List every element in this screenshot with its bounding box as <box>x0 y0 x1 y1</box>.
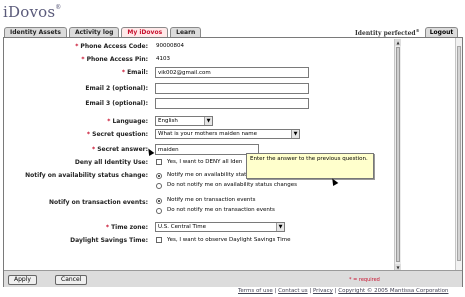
form-footer: Apply Cancel * = required <box>4 270 462 287</box>
tab-identity-assets[interactable]: Identity Assets <box>4 27 67 37</box>
footer-links: Terms of use | Contact us | Privacy | Co… <box>238 288 449 294</box>
required-marker: * <box>75 43 79 50</box>
secret-question-select[interactable]: What is your mothers maiden name ▼ <box>155 129 300 139</box>
notify-transaction-yes-radio[interactable] <box>156 198 162 204</box>
required-marker: * <box>105 224 109 231</box>
email3-field[interactable] <box>155 98 309 109</box>
tab-my-idovos[interactable]: My iDovos <box>121 27 169 37</box>
chevron-down-icon: ▼ <box>291 130 299 138</box>
page-scrollbar[interactable] <box>455 38 462 270</box>
cancel-button[interactable]: Cancel <box>55 275 88 285</box>
phone-access-code-label-text: Phone Access Code: <box>80 43 148 50</box>
time-zone-label-text: Time zone: <box>111 224 148 231</box>
dst-option: Yes, I want to observe Daylight Savings … <box>167 237 291 243</box>
secret-answer-field[interactable]: maiden <box>155 144 259 155</box>
required-marker: * <box>121 69 125 76</box>
scroll-up-icon[interactable]: ▲ <box>395 39 401 46</box>
phone-access-code-value: 90000804 <box>156 43 184 49</box>
required-marker: * <box>86 131 91 138</box>
time-zone-value: U.S. Central Time <box>158 224 206 230</box>
notify-availability-no-label: Do not notify me on availability status … <box>167 182 297 188</box>
phone-access-code-label: * Phone Access Code: <box>75 43 148 50</box>
deny-all-label: Deny all Identity Use: <box>74 159 148 166</box>
row-time-zone: * Time zone: U.S. Central Time ▼ <box>5 222 394 234</box>
row-notify-transaction: Notify on transaction events: Notify me … <box>5 196 394 218</box>
notify-availability-yes-radio[interactable] <box>156 173 162 179</box>
logo-mark: ® <box>55 4 62 11</box>
notify-availability-no-radio[interactable] <box>156 183 162 189</box>
page-scrollbar-thumb[interactable] <box>457 46 461 261</box>
row-email: * Email: vik002@gmail.com <box>5 67 394 79</box>
deny-all-checkbox[interactable] <box>156 159 162 165</box>
language-value: English <box>158 118 178 124</box>
deny-all-option: Yes, I want to DENY all Iden <box>167 159 243 165</box>
phone-access-pin-label: * Phone Access Pin: <box>81 56 148 63</box>
language-label: * Language: <box>107 118 148 125</box>
secret-question-label-text: Secret question: <box>92 131 148 138</box>
notify-transaction-yes-label: Notify me on transaction events <box>167 197 256 203</box>
required-note: * = required <box>349 277 380 283</box>
dst-checkbox[interactable] <box>156 237 162 243</box>
chevron-down-icon: ▼ <box>204 117 212 125</box>
row-phone-access-code: * Phone Access Code: 90000804 <box>5 41 394 53</box>
row-email3: Email 3 (optional): <box>5 98 394 110</box>
row-language: * Language: English ▼ <box>5 116 394 128</box>
row-phone-access-pin: * Phone Access Pin: 4103 <box>5 54 394 66</box>
tagline-text: Identity perfected <box>355 30 416 37</box>
notify-transaction-no-label: Do not notify me on transaction events <box>167 207 275 213</box>
scrollbar-thumb[interactable] <box>396 47 400 262</box>
app-logo: iDovos® <box>3 3 61 21</box>
email2-label: Email 2 (optional): <box>85 85 148 92</box>
language-label-text: Language: <box>112 118 148 125</box>
tagline: Identity perfected® <box>355 28 420 37</box>
notify-availability-label: Notify on availability status change: <box>25 172 148 179</box>
secret-answer-tooltip: Enter the answer to the previous questio… <box>246 153 374 179</box>
privacy-link[interactable]: Privacy <box>313 288 333 294</box>
tab-activity-log[interactable]: Activity log <box>68 27 120 37</box>
phone-access-pin-label-text: Phone Access Pin: <box>86 56 148 63</box>
language-select[interactable]: English ▼ <box>155 116 213 126</box>
contact-link[interactable]: Contact us <box>278 288 308 294</box>
notify-transaction-no-radio[interactable] <box>156 208 162 214</box>
copyright-link[interactable]: Copyright © 2005 Mantissa Corporation <box>338 288 448 294</box>
apply-button[interactable]: Apply <box>8 275 37 285</box>
phone-access-pin-value: 4103 <box>156 56 170 62</box>
secret-answer-label: * Secret answer: <box>92 146 148 153</box>
email-label: * Email: <box>122 69 148 76</box>
terms-link[interactable]: Terms of use <box>238 288 273 294</box>
tab-learn[interactable]: Learn <box>170 27 202 37</box>
form-scrollbar[interactable]: ▲ ▼ <box>394 39 401 271</box>
email-label-text: Email: <box>127 69 148 76</box>
main-tabs: Identity Assets Activity log My iDovos L… <box>4 27 203 37</box>
email3-label: Email 3 (optional): <box>85 100 148 107</box>
settings-panel: * Phone Access Code: 90000804 * Phone Ac… <box>3 37 463 287</box>
notify-transaction-label: Notify on transaction events: <box>48 199 148 206</box>
row-email2: Email 2 (optional): <box>5 83 394 95</box>
secret-question-label: * Secret question: <box>87 131 148 138</box>
row-dst: Daylight Savings Time: Yes, I want to ob… <box>5 235 394 247</box>
secret-question-value: What is your mothers maiden name <box>158 131 258 137</box>
required-marker: * <box>81 56 85 63</box>
row-secret-question: * Secret question: What is your mothers … <box>5 129 394 141</box>
time-zone-label: * Time zone: <box>106 224 148 231</box>
notify-availability-yes-label: Notify me on availability stat <box>167 172 247 178</box>
email-field[interactable]: vik002@gmail.com <box>155 67 309 78</box>
time-zone-select[interactable]: U.S. Central Time ▼ <box>155 222 285 232</box>
chevron-down-icon: ▼ <box>276 223 284 231</box>
logout-button[interactable]: Logout <box>425 27 458 37</box>
logo-text: iDovos <box>3 3 56 21</box>
dst-label: Daylight Savings Time: <box>70 237 148 244</box>
email2-field[interactable] <box>155 83 309 94</box>
tagline-mark: ® <box>415 28 420 33</box>
required-marker: * <box>107 118 111 125</box>
secret-answer-label-text: Secret answer: <box>97 146 148 153</box>
required-marker: * <box>91 146 96 153</box>
